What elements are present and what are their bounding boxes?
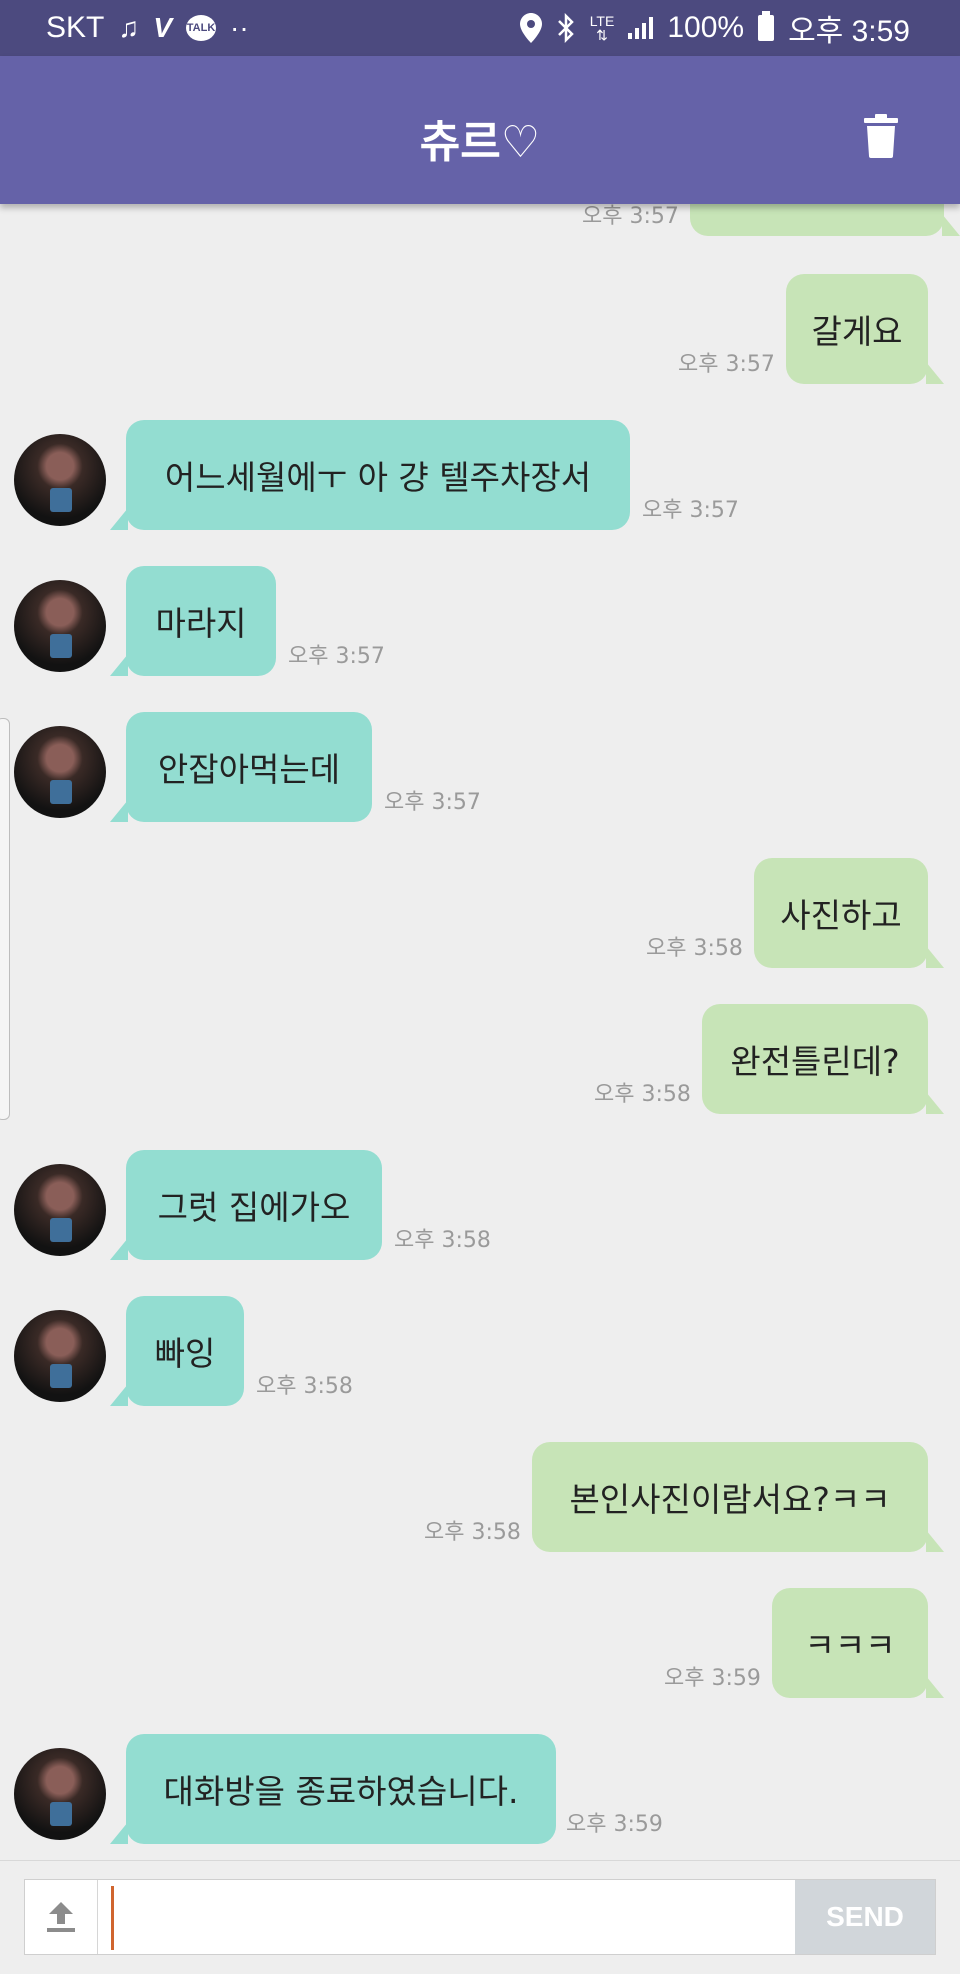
avatar[interactable] [14,1748,106,1840]
avatar[interactable] [14,726,106,818]
message-time: 오후 3:59 [664,1666,761,1691]
incoming-bubble: 안잡아먹는데 [110,712,372,822]
incoming-bubble: 어느세월에ㅜ 아 걍 텔주차장서 [110,420,630,530]
status-bar: SKT ♫ V TALK ·· LTE ⇅ 100% 오후 3:59 [0,0,960,56]
signal-icon [628,17,654,39]
message-time: 오후 3:58 [646,936,743,961]
send-button[interactable]: SEND [795,1880,935,1954]
clock: 오후 3:59 [788,15,910,48]
message-row: ㅋㅋㅋ 오후 3:59 [0,1588,960,1698]
outgoing-bubble: 본인사진이람서요?ㅋㅋ [532,1442,944,1552]
message-row: 사진하고 오후 3:58 [0,858,960,968]
v-app-icon: V [153,12,173,43]
message-row: 대화방을 종료하였습니다. 오후 3:59 [0,1734,960,1844]
avatar[interactable] [14,1310,106,1402]
delete-chat-button[interactable] [864,114,898,158]
message-composer: SEND [0,1860,960,1974]
battery-percent: 100% [667,11,745,44]
message-time: 오후 3:58 [594,1082,691,1107]
message-row: 빠잉 오후 3:58 [0,1296,960,1406]
message-row: 마라지 오후 3:57 [0,566,960,676]
message-time: 오후 3:58 [424,1520,521,1545]
message-row: 오후 3:57 [0,204,960,236]
app-header: 츄르♡ [0,56,960,204]
message-time: 오후 3:58 [394,1228,491,1253]
incoming-bubble: 대화방을 종료하였습니다. [110,1734,556,1844]
message-row: 본인사진이람서요?ㅋㅋ 오후 3:58 [0,1442,960,1552]
message-row: 안잡아먹는데 오후 3:57 [0,712,960,822]
bluetooth-icon [557,13,574,43]
trash-icon [864,114,898,158]
network-label: LTE [589,13,615,29]
composer-box: SEND [24,1879,936,1955]
lte-icon: LTE ⇅ [589,13,615,43]
status-left: SKT ♫ V TALK ·· [46,11,249,45]
incoming-bubble: 빠잉 [110,1296,244,1406]
message-input[interactable] [111,1886,816,1950]
message-time: 오후 3:59 [566,1812,663,1837]
location-icon [519,13,542,43]
chat-messages[interactable]: 오후 3:57 갈게요 오후 3:57 어느세월에ㅜ 아 걍 텔주차장서 오후 … [0,204,960,1860]
headset-icon: ♫ [118,12,140,43]
message-row: 갈게요 오후 3:57 [0,274,960,384]
battery-icon [758,11,775,41]
incoming-bubble: 마라지 [110,566,276,676]
message-row: 완전틀린데? 오후 3:58 [0,1004,960,1114]
message-time: 오후 3:57 [678,352,775,377]
chat-title: 츄르♡ [419,117,541,168]
message-row: 어느세월에ㅜ 아 걍 텔주차장서 오후 3:57 [0,420,960,530]
kakaotalk-icon: TALK [186,15,217,41]
message-time: 오후 3:57 [642,498,739,523]
avatar[interactable] [14,580,106,672]
avatar[interactable] [14,1164,106,1256]
incoming-bubble: 그럿 집에가오 [110,1150,382,1260]
message-time: 오후 3:57 [582,204,679,229]
outgoing-bubble: 완전틀린데? [702,1004,944,1114]
outgoing-bubble [690,204,960,236]
carrier-label: SKT [46,11,105,44]
message-time: 오후 3:57 [288,644,385,669]
upload-button[interactable] [25,1880,98,1954]
status-right: LTE ⇅ 100% 오후 3:59 [519,6,910,50]
outgoing-bubble: 갈게요 [786,274,944,384]
message-time: 오후 3:57 [384,790,481,815]
message-row: 그럿 집에가오 오후 3:58 [0,1150,960,1260]
outgoing-bubble: 사진하고 [754,858,944,968]
avatar[interactable] [14,434,106,526]
outgoing-bubble: ㅋㅋㅋ [772,1588,944,1698]
upload-icon [47,1902,75,1932]
message-time: 오후 3:58 [256,1374,353,1399]
more-dots-icon: ·· [230,12,249,43]
